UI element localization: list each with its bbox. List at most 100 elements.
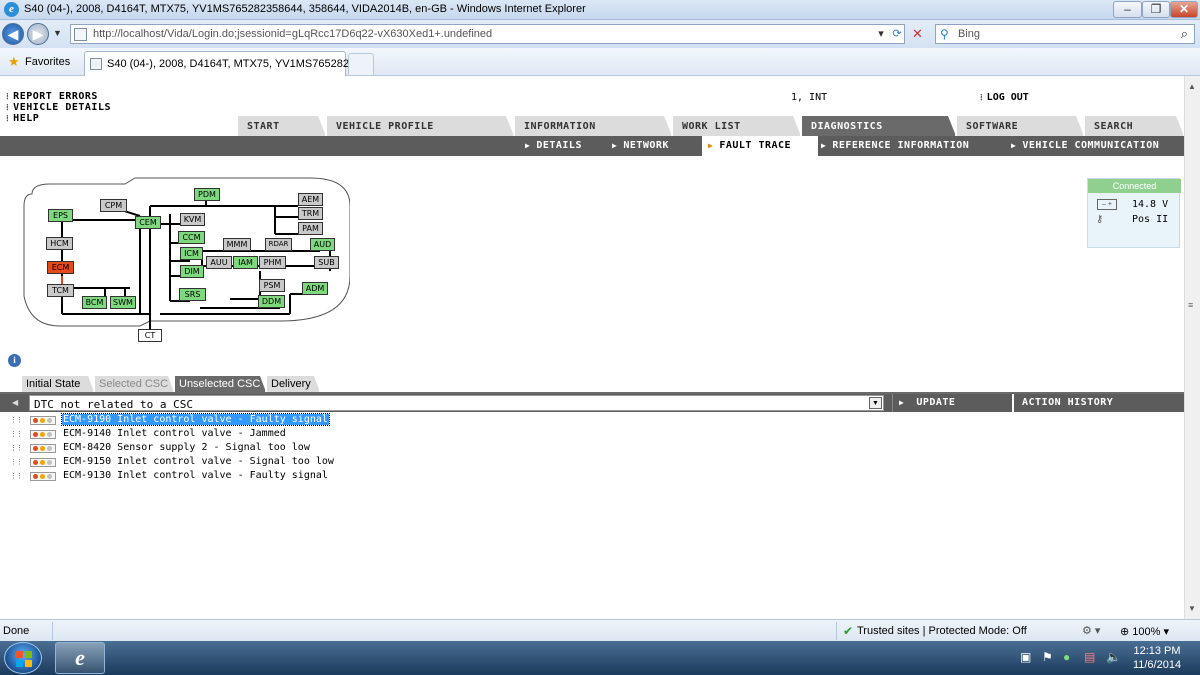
report-errors-link[interactable]: ⁞ REPORT ERRORS xyxy=(6,91,98,102)
node-trm[interactable]: TRM xyxy=(298,207,323,220)
tab-search[interactable]: SEARCH xyxy=(1085,116,1184,136)
start-button[interactable] xyxy=(4,642,42,674)
tab-vehicle-profile[interactable]: VEHICLE PROFILE xyxy=(327,116,514,136)
status-lamps-icon xyxy=(30,458,56,467)
close-button[interactable]: ✕ xyxy=(1170,1,1198,18)
node-aud[interactable]: AUD xyxy=(310,238,335,251)
address-dropdown-icon[interactable]: ▾ xyxy=(873,27,889,42)
vehicle-details-link[interactable]: ⁞ VEHICLE DETAILS xyxy=(6,102,111,113)
search-box[interactable]: ⚲ Bing ⌕ xyxy=(935,24,1195,44)
scroll-grip-icon[interactable]: ≡ xyxy=(1188,300,1193,310)
node-iam[interactable]: IAM xyxy=(233,256,258,269)
address-bar[interactable]: http://localhost/Vida/Login.do;jsessioni… xyxy=(70,24,905,44)
vertical-scrollbar[interactable]: ▲ ≡ ▼ xyxy=(1184,76,1200,619)
search-icon[interactable]: ⌕ xyxy=(1181,26,1188,42)
subtab-details[interactable]: ▶ DETAILS xyxy=(525,140,582,151)
search-input[interactable]: Bing xyxy=(958,28,980,40)
node-swm[interactable]: SWM xyxy=(110,296,136,309)
node-phm[interactable]: PHM xyxy=(259,256,286,269)
browser-tab[interactable]: S40 (04-), 2008, D4164T, MTX75, YV1MS765… xyxy=(84,51,370,76)
subtab-vehicle-communication[interactable]: ▶ VEHICLE COMMUNICATION xyxy=(1011,140,1159,151)
maximize-button[interactable]: ❐ xyxy=(1142,1,1170,18)
address-url[interactable]: http://localhost/Vida/Login.do;jsessioni… xyxy=(93,28,492,40)
back-button[interactable]: ◀ xyxy=(2,23,24,45)
node-psm[interactable]: PSM xyxy=(259,279,285,292)
subtab-reference-label: REFERENCE INFORMATION xyxy=(832,140,970,151)
node-ddm[interactable]: DDM xyxy=(258,295,285,308)
logout-link[interactable]: ⁞ LOG OUT xyxy=(980,92,1029,103)
scroll-down-icon[interactable]: ▼ xyxy=(1188,604,1196,613)
node-dim[interactable]: DIM xyxy=(180,265,204,278)
drag-handle-icon[interactable]: ⋮⋮ xyxy=(10,430,23,438)
subtab-details-label: DETAILS xyxy=(536,140,582,151)
node-pdm[interactable]: PDM xyxy=(194,188,220,201)
action-history-button[interactable]: ACTION HISTORY xyxy=(1012,394,1184,412)
drag-handle-icon[interactable]: ⋮⋮ xyxy=(10,472,23,480)
drag-handle-icon[interactable]: ⋮⋮ xyxy=(10,458,23,466)
collapse-arrow-icon[interactable]: ◀ xyxy=(12,398,18,407)
tab-start[interactable]: START xyxy=(238,116,326,136)
chevron-down-icon[interactable]: ▼ xyxy=(869,397,882,409)
node-srs[interactable]: SRS xyxy=(179,288,206,301)
tray-network-icon[interactable]: ▤ xyxy=(1084,650,1095,664)
favorites-star-icon[interactable]: ★ xyxy=(8,54,20,70)
zoom-level[interactable]: ⊕ 100% ▾ xyxy=(1120,625,1169,638)
node-kvm[interactable]: KVM xyxy=(180,213,205,226)
node-aem[interactable]: AEM xyxy=(298,193,323,206)
node-adm[interactable]: ADM xyxy=(302,282,328,295)
stop-icon[interactable]: ✕ xyxy=(912,26,923,42)
node-rdar[interactable]: RDAR xyxy=(265,238,292,251)
node-bcm[interactable]: BCM xyxy=(82,296,107,309)
forward-button[interactable]: ▶ xyxy=(27,23,49,45)
help-link[interactable]: ⁞ HELP xyxy=(6,113,39,124)
report-errors-label: REPORT ERRORS xyxy=(13,91,98,102)
node-icm[interactable]: ICM xyxy=(180,247,203,260)
node-mmm[interactable]: MMM xyxy=(223,238,251,251)
taskbar-ie-button[interactable]: e xyxy=(55,642,105,674)
info-icon[interactable]: i xyxy=(8,354,21,367)
tray-security-icon[interactable]: ● xyxy=(1063,650,1070,664)
node-pam[interactable]: PAM xyxy=(298,222,323,235)
node-ccm[interactable]: CCM xyxy=(178,231,205,244)
tab-delivery[interactable]: Delivery xyxy=(267,376,320,392)
csc-select[interactable]: DTC not related to a CSC ▼ xyxy=(29,395,884,411)
tray-monitor-icon[interactable]: ▣ xyxy=(1020,650,1031,664)
tab-work-list[interactable]: WORK LIST xyxy=(673,116,801,136)
node-ecm[interactable]: ECM xyxy=(47,261,74,274)
update-button[interactable]: ▶ UPDATE xyxy=(892,394,1010,412)
history-dropdown-icon[interactable]: ▼ xyxy=(53,28,62,38)
tab-diagnostics[interactable]: DIAGNOSTICS xyxy=(802,116,956,136)
tab-software[interactable]: SOFTWARE xyxy=(957,116,1084,136)
drag-handle-icon[interactable]: ⋮⋮ xyxy=(10,444,23,452)
sub-tab-bar: ▶ DETAILS ▶ NETWORK ▶ FAULT TRACE ▶ REFERENC… xyxy=(0,136,1184,156)
node-eps[interactable]: EPS xyxy=(48,209,73,222)
tray-volume-icon[interactable]: 🔈 xyxy=(1106,650,1121,664)
drag-handle-icon[interactable]: ⋮⋮ xyxy=(10,416,23,424)
tray-flag-icon[interactable]: ⚑ xyxy=(1042,650,1053,664)
subtab-network[interactable]: ▶ NETWORK xyxy=(612,140,669,151)
node-hcm[interactable]: HCM xyxy=(46,237,73,250)
subtab-fault-trace[interactable]: ▶ FAULT TRACE xyxy=(702,136,818,156)
system-clock[interactable]: 12:13 PM 11/6/2014 xyxy=(1125,644,1189,672)
new-tab-button[interactable] xyxy=(348,53,374,75)
window-title: S40 (04-), 2008, D4164T, MTX75, YV1MS765… xyxy=(24,3,586,15)
node-tcm[interactable]: TCM xyxy=(47,284,74,297)
node-ct[interactable]: CT xyxy=(138,329,162,342)
protected-mode-icon[interactable]: ⚙ ▾ xyxy=(1082,624,1100,637)
minimize-button[interactable]: – xyxy=(1113,1,1142,18)
refresh-icon[interactable]: ⟳ xyxy=(889,27,905,42)
tab-initial-state[interactable]: Initial State xyxy=(22,376,94,392)
node-auu[interactable]: AUU xyxy=(206,256,232,269)
tab-unselected-csc[interactable]: Unselected CSC xyxy=(175,376,266,392)
security-zone[interactable]: Trusted sites | Protected Mode: Off xyxy=(857,625,1027,637)
favorites-button[interactable]: Favorites xyxy=(25,56,70,68)
scroll-up-icon[interactable]: ▲ xyxy=(1188,82,1196,91)
node-cpm[interactable]: CPM xyxy=(100,199,127,212)
user-label: 1, INT xyxy=(791,92,828,103)
page-icon xyxy=(74,28,87,41)
tab-information[interactable]: INFORMATION xyxy=(515,116,672,136)
subtab-network-label: NETWORK xyxy=(623,140,669,151)
subtab-reference-information[interactable]: ▶ REFERENCE INFORMATION xyxy=(821,140,969,151)
node-cem[interactable]: CEM xyxy=(135,216,161,229)
node-sub[interactable]: SUB xyxy=(314,256,339,269)
